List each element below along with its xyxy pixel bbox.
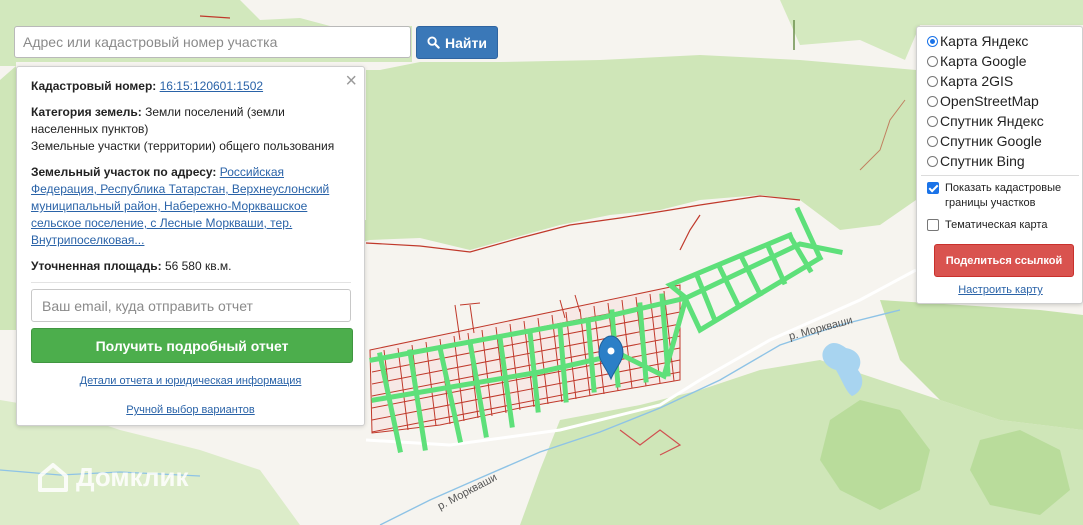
thematic-map-toggle[interactable]: Тематическая карта bbox=[927, 218, 1047, 233]
layer-option-bing-satellite[interactable]: Спутник Bing bbox=[927, 151, 1025, 171]
cadastral-number-label: Кадастровый номер: bbox=[31, 79, 157, 93]
show-cadastral-toggle[interactable]: Показать кадастровые границы участков bbox=[927, 181, 1077, 211]
land-category-extra: Земельные участки (территории) общего по… bbox=[31, 139, 335, 153]
layer-option-label: Спутник Bing bbox=[940, 153, 1025, 169]
share-link-button[interactable]: Поделиться ссылкой bbox=[934, 244, 1074, 277]
configure-map-link[interactable]: Настроить карту bbox=[917, 284, 1083, 296]
radio-icon[interactable] bbox=[927, 115, 938, 127]
search-input[interactable] bbox=[14, 26, 411, 58]
thematic-map-label: Тематическая карта bbox=[945, 219, 1048, 231]
report-details-link[interactable]: Детали отчета и юридическая информация bbox=[17, 375, 364, 387]
house-logo-icon bbox=[38, 463, 68, 492]
radio-icon[interactable] bbox=[927, 55, 938, 67]
radio-icon[interactable] bbox=[927, 35, 938, 47]
radio-icon[interactable] bbox=[927, 95, 938, 107]
layer-option-label: Карта Google bbox=[940, 53, 1027, 69]
layer-option-2gis-map[interactable]: Карта 2GIS bbox=[927, 71, 1013, 91]
address-row: Земельный участок по адресу: Российская … bbox=[31, 164, 351, 249]
layer-option-label: Карта Яндекс bbox=[940, 33, 1029, 49]
radio-icon[interactable] bbox=[927, 155, 938, 167]
cadastral-number-link[interactable]: 16:15:120601:1502 bbox=[160, 79, 263, 93]
address-label: Земельный участок по адресу: bbox=[31, 165, 217, 179]
layer-option-label: Спутник Google bbox=[940, 133, 1042, 149]
land-category-label: Категория земель: bbox=[31, 105, 142, 119]
search-button[interactable]: Найти bbox=[416, 26, 498, 59]
cadastral-number-row: Кадастровый номер: 16:15:120601:1502 bbox=[31, 78, 351, 95]
layer-option-yandex-satellite[interactable]: Спутник Яндекс bbox=[927, 111, 1044, 131]
area-row: Уточненная площадь: 56 580 кв.м. bbox=[31, 258, 351, 275]
checkbox-icon[interactable] bbox=[927, 182, 939, 194]
parcel-info-panel: × Кадастровый номер: 16:15:120601:1502 К… bbox=[16, 66, 365, 426]
divider bbox=[921, 175, 1079, 176]
layer-switcher-panel: Карта Яндекс Карта Google Карта 2GIS Ope… bbox=[916, 26, 1083, 304]
radio-icon[interactable] bbox=[927, 75, 938, 87]
layer-option-osm[interactable]: OpenStreetMap bbox=[927, 91, 1039, 111]
search-button-label: Найти bbox=[445, 34, 487, 51]
divider bbox=[31, 282, 351, 283]
layer-option-yandex-map[interactable]: Карта Яндекс bbox=[927, 31, 1028, 51]
checkbox-icon[interactable] bbox=[927, 219, 939, 231]
radio-icon[interactable] bbox=[927, 135, 938, 147]
search-icon bbox=[427, 36, 440, 49]
land-category-row: Категория земель: Земли поселений (земли… bbox=[31, 104, 351, 138]
area-label: Уточненная площадь: bbox=[31, 259, 162, 273]
watermark-text: Домклик bbox=[76, 461, 189, 492]
layer-option-label: OpenStreetMap bbox=[940, 93, 1039, 109]
layer-option-label: Спутник Яндекс bbox=[940, 113, 1044, 129]
layer-option-google-map[interactable]: Карта Google bbox=[927, 51, 1027, 71]
layer-option-google-satellite[interactable]: Спутник Google bbox=[927, 131, 1042, 151]
area-value: 56 580 кв.м. bbox=[164, 259, 232, 273]
manual-select-link[interactable]: Ручной выбор вариантов bbox=[17, 404, 364, 416]
show-cadastral-label: Показать кадастровые границы участков bbox=[945, 182, 1062, 209]
get-report-button[interactable]: Получить подробный отчет bbox=[31, 328, 353, 363]
layer-option-label: Карта 2GIS bbox=[940, 73, 1014, 89]
watermark: Домклик bbox=[36, 460, 188, 494]
email-input[interactable] bbox=[31, 289, 351, 322]
